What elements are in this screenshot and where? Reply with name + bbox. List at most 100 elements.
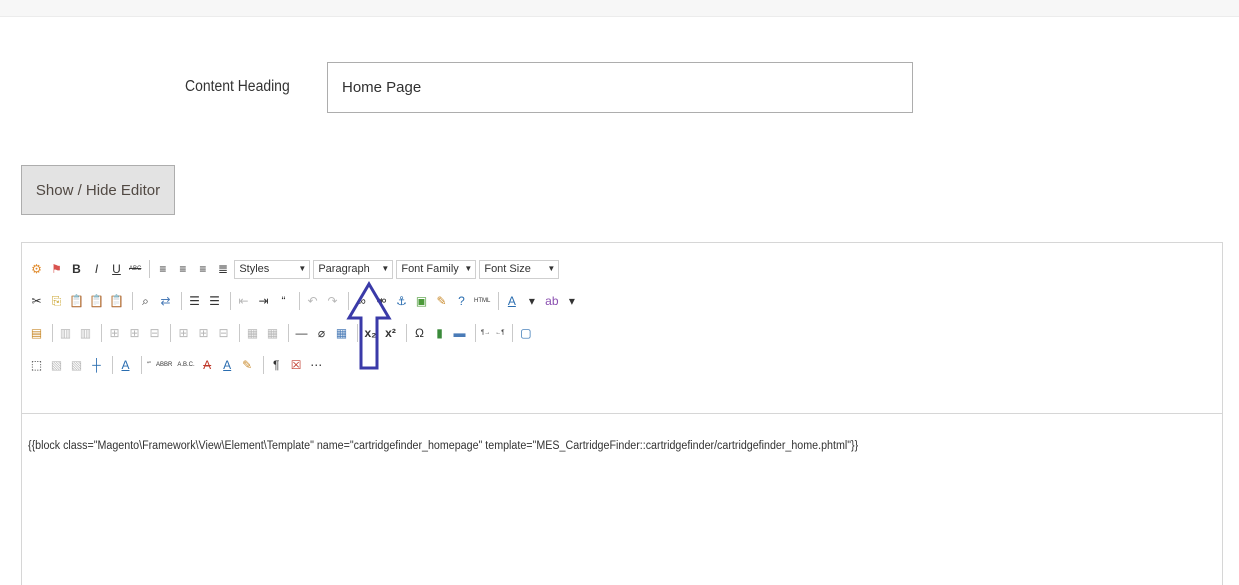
toolbar-separator bbox=[475, 324, 476, 342]
background-color-icon[interactable]: ab bbox=[543, 293, 560, 310]
font-family-dropdown-label: Font Family bbox=[401, 262, 459, 275]
insert-layer-icon[interactable]: ⬚ bbox=[28, 357, 45, 374]
cut-icon[interactable]: ✂ bbox=[28, 293, 45, 310]
styles-dropdown[interactable]: Styles ▼ bbox=[234, 259, 311, 279]
delete-col-icon[interactable]: ⊟ bbox=[215, 325, 232, 342]
split-cells-icon[interactable]: ▦ bbox=[244, 325, 261, 342]
delete-row-icon[interactable]: ⊟ bbox=[146, 325, 163, 342]
paste-text-icon[interactable]: 📋 bbox=[88, 293, 105, 310]
show-blocks-icon[interactable]: ¶ bbox=[268, 357, 285, 374]
help-icon[interactable]: ? bbox=[453, 293, 470, 310]
chevron-down-icon: ▼ bbox=[547, 263, 556, 273]
insert-col-before-icon[interactable]: ⊞ bbox=[175, 325, 192, 342]
nonbreaking-icon[interactable]: ☒ bbox=[288, 357, 305, 374]
align-center-icon[interactable]: ≡ bbox=[174, 261, 191, 278]
magento-variable-icon[interactable]: ⚑ bbox=[48, 261, 65, 278]
undo-icon[interactable]: ↶ bbox=[304, 293, 321, 310]
align-justify-icon[interactable]: ≣ bbox=[214, 261, 231, 278]
rtl-icon[interactable]: ←¶ bbox=[494, 325, 505, 342]
blockquote-icon[interactable]: “ bbox=[275, 293, 292, 310]
toolbar-separator bbox=[498, 292, 500, 310]
align-left-icon[interactable]: ≡ bbox=[154, 261, 171, 278]
text-color-dropdown-icon[interactable]: ▾ bbox=[523, 293, 540, 310]
toolbar-separator bbox=[101, 324, 102, 342]
insert-col-after-icon[interactable]: ⊞ bbox=[195, 325, 212, 342]
background-color-dropdown-icon[interactable]: ▾ bbox=[563, 293, 580, 310]
numbered-list-icon[interactable]: ☰ bbox=[206, 293, 223, 310]
align-right-icon[interactable]: ≡ bbox=[194, 261, 211, 278]
page-break-icon[interactable]: ⋯ bbox=[308, 357, 325, 374]
outdent-icon[interactable]: ⇤ bbox=[235, 293, 252, 310]
paste-word-icon[interactable]: 📋 bbox=[108, 293, 125, 310]
move-forward-icon[interactable]: ▧ bbox=[48, 357, 65, 374]
bold-icon[interactable]: B bbox=[68, 261, 85, 278]
remove-format-icon[interactable]: ⌀ bbox=[313, 325, 330, 342]
toolbar-separator bbox=[230, 292, 231, 310]
cell-props-icon[interactable]: ▥ bbox=[77, 325, 94, 342]
merge-cells-icon[interactable]: ▦ bbox=[264, 325, 281, 342]
chevron-down-icon: ▼ bbox=[381, 263, 390, 273]
deletion-icon[interactable]: A bbox=[199, 357, 216, 374]
redo-icon[interactable]: ↷ bbox=[324, 293, 341, 310]
separator-icon[interactable]: ▬ bbox=[451, 325, 468, 342]
show-hide-editor-button[interactable]: Show / Hide Editor bbox=[21, 165, 175, 215]
style-props-icon[interactable]: A bbox=[117, 357, 134, 374]
toolbar-separator bbox=[149, 260, 151, 278]
toolbar-separator bbox=[52, 324, 53, 342]
media-icon[interactable]: ▮ bbox=[431, 325, 448, 342]
paragraph-dropdown[interactable]: Paragraph ▼ bbox=[313, 259, 394, 279]
underline-icon[interactable]: U bbox=[108, 261, 125, 278]
cite-icon[interactable]: “” bbox=[146, 357, 152, 374]
magento-widget-icon[interactable]: ⚙ bbox=[28, 261, 45, 278]
horizontal-rule-icon[interactable]: — bbox=[293, 325, 310, 342]
toolbar-separator bbox=[239, 324, 240, 342]
fullscreen-icon[interactable]: ▢ bbox=[517, 325, 534, 342]
anchor-icon[interactable]: ⚓ bbox=[393, 293, 410, 310]
font-size-dropdown[interactable]: Font Size ▼ bbox=[479, 259, 560, 279]
toolbar-separator bbox=[132, 292, 133, 310]
editor-toolbar: ⚙ ⚑ B I U ABC ≡ ≡ ≡ ≣ Styles ▼ Paragraph ▼ Font Family… bbox=[22, 243, 1222, 414]
ltr-icon[interactable]: ¶→ bbox=[480, 325, 491, 342]
move-backward-icon[interactable]: ▧ bbox=[68, 357, 85, 374]
toolbar-separator bbox=[170, 324, 171, 342]
text-color-icon[interactable]: A bbox=[503, 293, 520, 310]
font-family-dropdown[interactable]: Font Family ▼ bbox=[396, 259, 477, 279]
attributes-icon[interactable]: ✎ bbox=[239, 357, 256, 374]
insertion-icon[interactable]: A bbox=[219, 357, 236, 374]
table-insert-icon[interactable]: ▤ bbox=[28, 325, 45, 342]
toolbar-separator bbox=[512, 324, 514, 342]
toolbar-row-4: ⬚ ▧ ▧ ┼ A “” ABBR A.B.C. A A ✎ ¶ ☒ ⋯ bbox=[28, 353, 328, 377]
chevron-down-icon: ▼ bbox=[464, 263, 473, 273]
find-icon[interactable]: ⌕ bbox=[137, 293, 154, 310]
content-heading-label: Content Heading bbox=[185, 78, 290, 95]
insert-row-before-icon[interactable]: ⊞ bbox=[106, 325, 123, 342]
insert-row-after-icon[interactable]: ⊞ bbox=[126, 325, 143, 342]
toolbar-row-3: ▤ ▥ ▥ ⊞ ⊞ ⊟ ⊞ ⊞ ⊟ ▦ ▦ — ⌀ ▦ x₂ x² Ω ▮ ▬ ¶→ ←¶ ▢ bbox=[28, 321, 537, 345]
absolute-icon[interactable]: ┼ bbox=[88, 357, 105, 374]
paste-icon[interactable]: 📋 bbox=[68, 293, 85, 310]
replace-icon[interactable]: ⇄ bbox=[157, 293, 174, 310]
special-char-icon[interactable]: Ω bbox=[411, 325, 428, 342]
toolbar-row-1: ⚙ ⚑ B I U ABC ≡ ≡ ≡ ≣ Styles ▼ Paragraph ▼ Font Family… bbox=[28, 257, 562, 281]
copy-icon[interactable]: ⎘ bbox=[48, 293, 65, 310]
toolbar-separator bbox=[141, 356, 142, 374]
toolbar-row-2: ✂ ⎘ 📋 📋 📋 ⌕ ⇄ ☰ ☰ ⇤ ⇥ “↶ ↷ ∞ ⚮ ⚓ ▣ ✎? HTML A ▾ ab ▾ bbox=[28, 289, 583, 313]
cleanup-icon[interactable]: ✎ bbox=[433, 293, 450, 310]
toolbar-separator bbox=[112, 356, 113, 374]
image-icon[interactable]: ▣ bbox=[413, 293, 430, 310]
editor-content[interactable]: {{block class="Magento\Framework\View\El… bbox=[28, 440, 858, 452]
content-heading-input[interactable] bbox=[327, 62, 913, 113]
italic-icon[interactable]: I bbox=[88, 261, 105, 278]
acronym-icon[interactable]: A.B.C. bbox=[176, 357, 195, 374]
html-source-icon[interactable]: HTML bbox=[473, 293, 491, 310]
bullet-list-icon[interactable]: ☰ bbox=[186, 293, 203, 310]
toolbar-separator bbox=[181, 292, 182, 310]
styles-dropdown-label: Styles bbox=[239, 262, 270, 275]
strikethrough-icon[interactable]: ABC bbox=[128, 261, 142, 278]
up-arrow-annotation-icon bbox=[346, 281, 392, 370]
chevron-down-icon: ▼ bbox=[298, 263, 307, 273]
indent-icon[interactable]: ⇥ bbox=[255, 293, 272, 310]
row-props-icon[interactable]: ▥ bbox=[57, 325, 74, 342]
toolbar-separator bbox=[288, 324, 289, 342]
abbreviation-icon[interactable]: ABBR bbox=[155, 357, 173, 374]
